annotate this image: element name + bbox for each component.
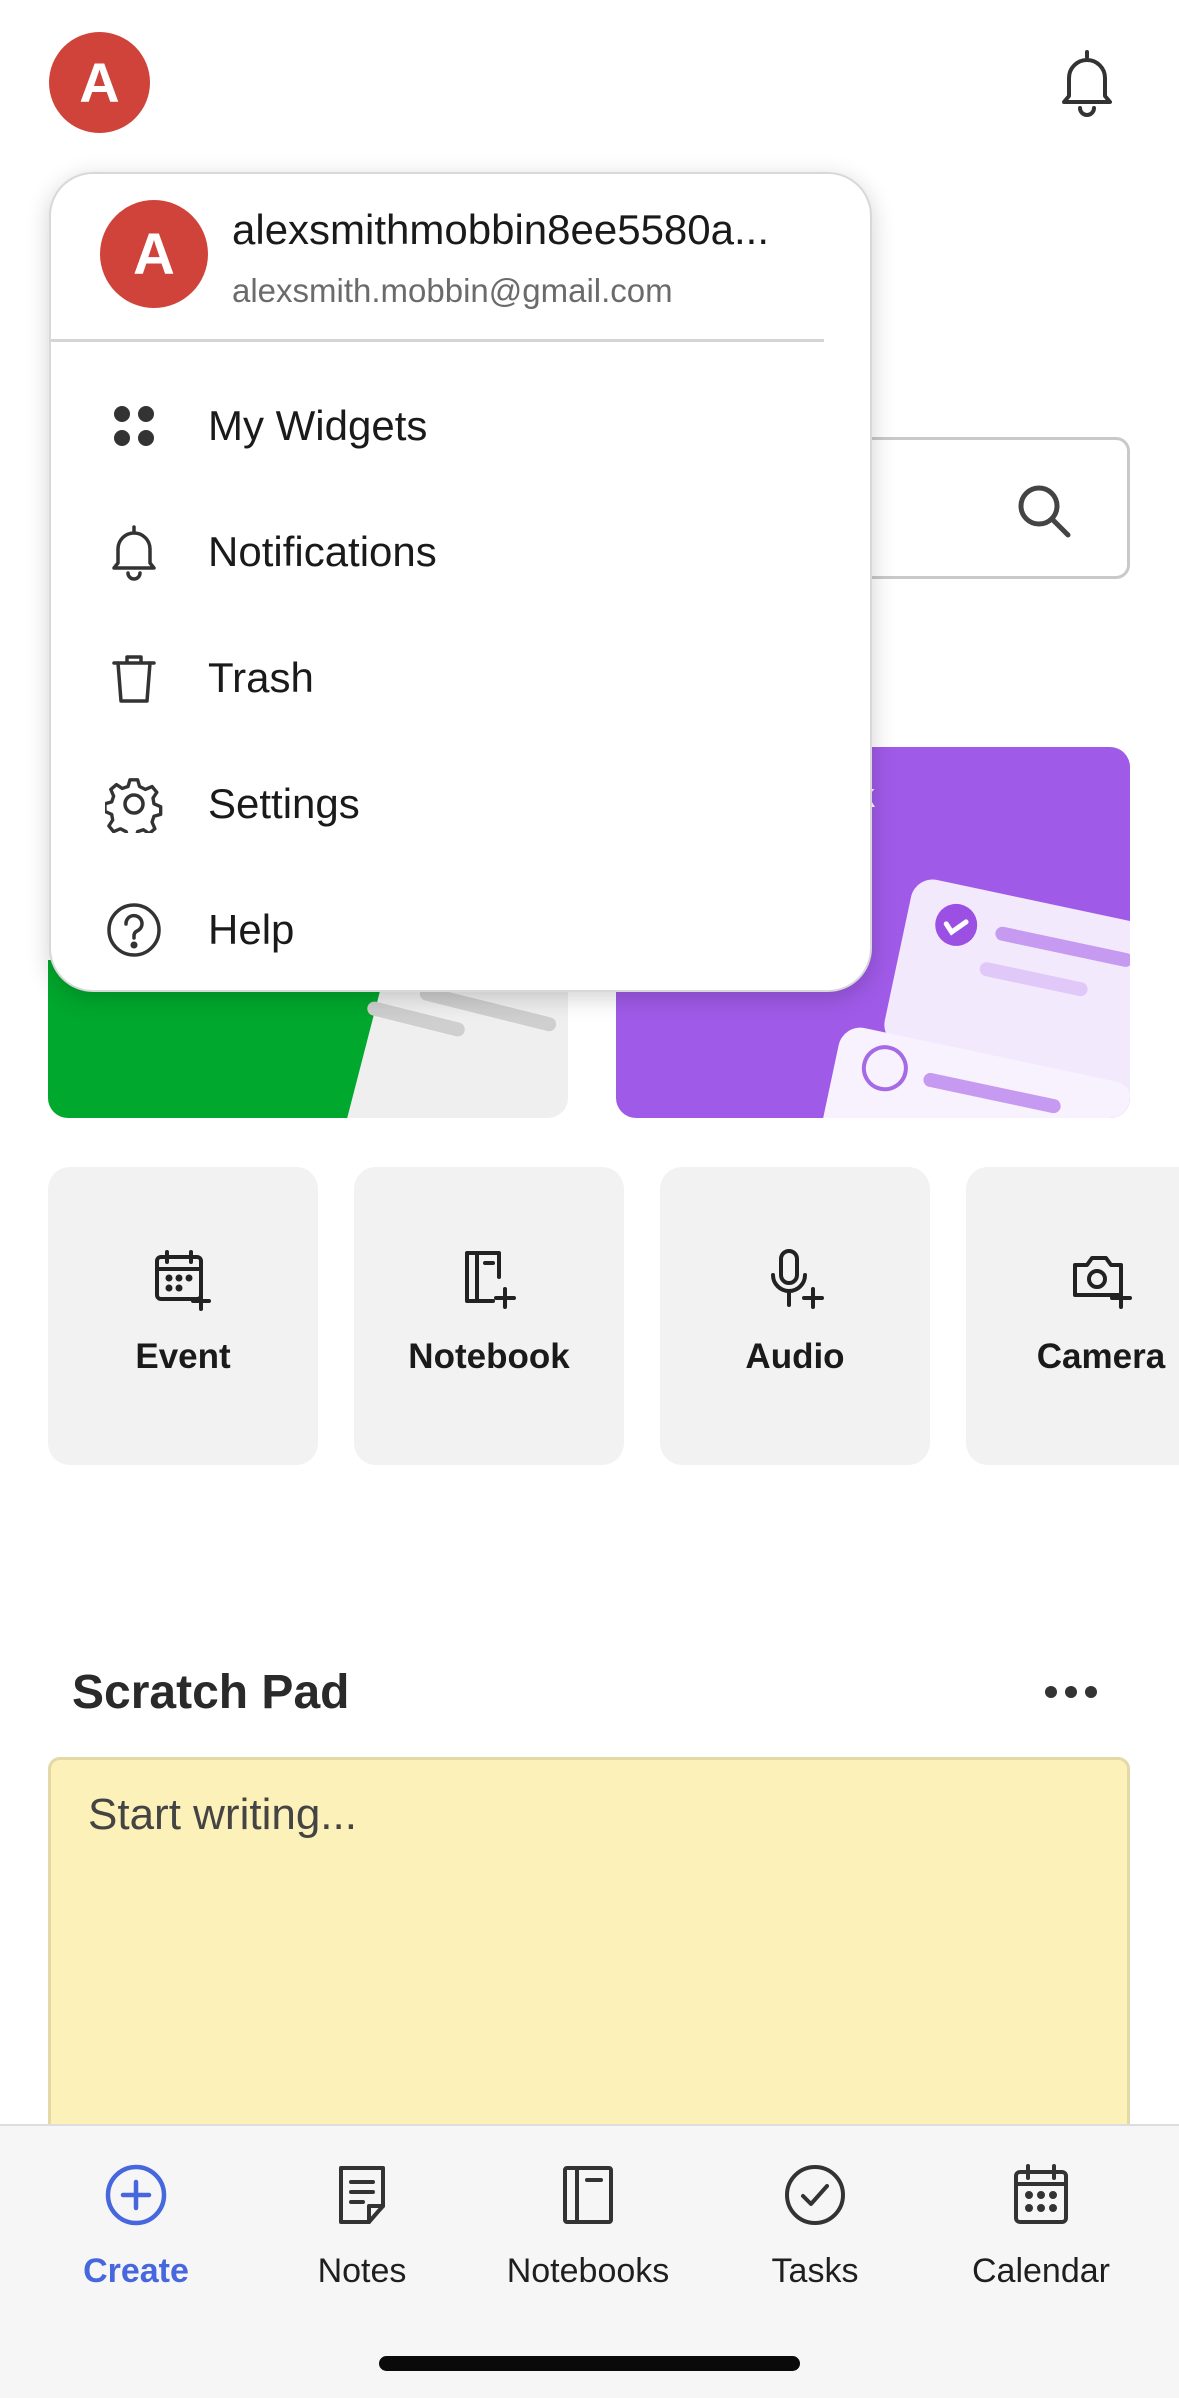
nav-create[interactable]: Create bbox=[26, 2162, 246, 2291]
nav-label: Notes bbox=[317, 2252, 407, 2290]
quick-action-audio[interactable]: Audio bbox=[660, 1167, 930, 1465]
account-avatar[interactable]: A bbox=[49, 32, 150, 133]
quick-action-label: Event bbox=[135, 1337, 231, 1376]
nav-label: Calendar bbox=[972, 2252, 1110, 2290]
scratch-pad-title: Scratch Pad bbox=[72, 1666, 350, 1719]
trash-icon bbox=[112, 655, 156, 703]
mic-plus-icon bbox=[771, 1249, 824, 1309]
notebook-icon bbox=[563, 2166, 613, 2224]
menu-item-label: My Widgets bbox=[208, 402, 428, 449]
bell-icon[interactable] bbox=[1055, 46, 1119, 118]
quick-action-label: Notebook bbox=[408, 1337, 570, 1376]
search-icon[interactable] bbox=[1015, 482, 1073, 540]
calendar-icon bbox=[1014, 2164, 1068, 2224]
menu-item-label: Notifications bbox=[208, 528, 437, 575]
gear-icon bbox=[105, 778, 163, 833]
home-indicator bbox=[379, 2356, 800, 2371]
menu-item-notifications[interactable]: Notifications bbox=[51, 497, 870, 607]
menu-divider bbox=[51, 339, 824, 342]
menu-item-help[interactable]: Help bbox=[51, 875, 870, 985]
note-icon bbox=[339, 2166, 385, 2224]
widgets-icon bbox=[114, 406, 154, 446]
menu-item-settings[interactable]: Settings bbox=[51, 749, 870, 859]
bell-icon bbox=[112, 525, 156, 581]
plus-circle-icon bbox=[105, 2164, 167, 2226]
scratch-pad-placeholder: Start writing... bbox=[88, 1790, 357, 1839]
notebook-plus-icon bbox=[465, 1251, 516, 1309]
account-menu: A alexsmithmobbin8ee5580a... alexsmith.m… bbox=[49, 172, 872, 992]
avatar-letter: A bbox=[79, 51, 120, 114]
menu-item-label: Settings bbox=[208, 780, 360, 827]
quick-action-camera[interactable]: Camera bbox=[966, 1167, 1179, 1465]
nav-label: Notebooks bbox=[506, 2252, 670, 2290]
help-circle-icon bbox=[107, 903, 161, 957]
nav-tasks[interactable]: Tasks bbox=[705, 2162, 925, 2291]
nav-calendar[interactable]: Calendar bbox=[931, 2162, 1151, 2291]
camera-plus-icon bbox=[1073, 1256, 1132, 1309]
quick-action-event[interactable]: Event bbox=[48, 1167, 318, 1465]
menu-avatar: A bbox=[100, 200, 208, 308]
nav-label: Tasks bbox=[771, 2252, 859, 2290]
menu-item-label: Trash bbox=[208, 654, 314, 701]
check-circle-icon bbox=[785, 2165, 845, 2225]
more-horizontal-icon[interactable] bbox=[1042, 1682, 1100, 1702]
scratch-pad-textarea[interactable]: Start writing... bbox=[48, 1757, 1130, 2177]
menu-item-trash[interactable]: Trash bbox=[51, 623, 870, 733]
menu-email: alexsmith.mobbin@gmail.com bbox=[232, 272, 673, 309]
nav-notebooks[interactable]: Notebooks bbox=[478, 2162, 698, 2291]
menu-username: alexsmithmobbin8ee5580a... bbox=[232, 206, 770, 253]
quick-action-label: Audio bbox=[745, 1337, 845, 1376]
quick-action-label: Camera bbox=[1036, 1337, 1166, 1376]
avatar-letter: A bbox=[133, 221, 175, 287]
quick-action-notebook[interactable]: Notebook bbox=[354, 1167, 624, 1465]
nav-notes[interactable]: Notes bbox=[252, 2162, 472, 2291]
menu-item-label: Help bbox=[208, 906, 295, 953]
nav-label: Create bbox=[83, 2252, 189, 2290]
calendar-plus-icon bbox=[155, 1250, 211, 1311]
menu-item-my-widgets[interactable]: My Widgets bbox=[51, 371, 870, 481]
